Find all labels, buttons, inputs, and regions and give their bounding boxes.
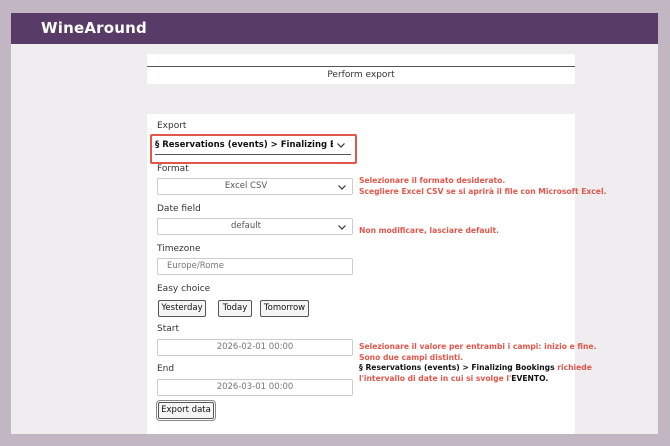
section-title: Perform export bbox=[327, 70, 395, 80]
annotation-text: richiede bbox=[554, 363, 592, 372]
top-navbar: WineAround bbox=[11, 13, 658, 44]
timezone-input[interactable]: Europe/Rome bbox=[157, 258, 353, 275]
annotation-line: Selezionare il formato desiderato. bbox=[359, 176, 506, 185]
start-label: Start bbox=[157, 324, 179, 334]
chevron-down-icon bbox=[337, 143, 345, 148]
spacer-strip bbox=[147, 84, 575, 114]
annotation-text: l'intervallo di date in cui si svolge l' bbox=[359, 373, 512, 383]
start-datetime-value: 2026-02-01 00:00 bbox=[216, 342, 294, 352]
yesterday-button[interactable]: Yesterday bbox=[158, 300, 206, 317]
date-range-annotation: Selezionare il valore per entrambi i cam… bbox=[359, 342, 596, 384]
format-select[interactable]: Excel CSV bbox=[157, 178, 353, 195]
tomorrow-button[interactable]: Tomorrow bbox=[260, 300, 309, 317]
export-select-value: § Reservations (events) > Finalizing Boo… bbox=[155, 140, 333, 150]
format-select-value: Excel CSV bbox=[224, 181, 268, 191]
annotation-event-word: EVENTO. bbox=[511, 373, 549, 383]
export-data-button[interactable]: Export data bbox=[158, 402, 214, 419]
format-label: Format bbox=[157, 164, 189, 174]
chevron-down-icon bbox=[338, 225, 346, 230]
date-field-annotation: Non modificare, lasciare default. bbox=[359, 226, 500, 235]
export-label: Export bbox=[157, 121, 187, 131]
today-button[interactable]: Today bbox=[218, 300, 252, 317]
export-panel: Perform export Export § Reservations (ev… bbox=[147, 54, 606, 434]
chevron-down-icon bbox=[338, 185, 346, 190]
date-field-select-value: default bbox=[231, 221, 261, 231]
brand-logo[interactable]: WineAround bbox=[41, 19, 147, 37]
annotation-line: l'intervallo di date in cui si svolge l'… bbox=[359, 374, 596, 385]
easy-choice-label: Easy choice bbox=[157, 284, 211, 294]
annotation-line: Selezionare il valore per entrambi i cam… bbox=[359, 342, 597, 351]
annotation-export-name: § Reservations (events) > Finalizing Boo… bbox=[359, 363, 555, 372]
annotation-line: Scegliere Excel CSV se si aprirà il file… bbox=[359, 186, 607, 196]
annotation-line: § Reservations (events) > Finalizing Boo… bbox=[359, 363, 596, 374]
date-field-select[interactable]: default bbox=[157, 218, 353, 235]
date-field-label: Date field bbox=[157, 204, 201, 214]
start-datetime-input[interactable]: 2026-02-01 00:00 bbox=[157, 339, 353, 356]
annotation-line: Sono due campi distinti. bbox=[359, 352, 464, 362]
timezone-label: Timezone bbox=[157, 244, 201, 254]
timezone-input-value: Europe/Rome bbox=[167, 261, 224, 271]
end-datetime-input[interactable]: 2026-03-01 00:00 bbox=[157, 379, 353, 396]
export-select[interactable]: § Reservations (events) > Finalizing Boo… bbox=[155, 137, 351, 155]
app-window: WineAround Perform export Export § Reser… bbox=[11, 13, 658, 434]
format-annotation: Selezionare il formato desiderato. Scegl… bbox=[359, 176, 606, 197]
end-label: End bbox=[157, 364, 175, 374]
divider bbox=[147, 66, 575, 67]
end-datetime-value: 2026-03-01 00:00 bbox=[216, 382, 294, 392]
